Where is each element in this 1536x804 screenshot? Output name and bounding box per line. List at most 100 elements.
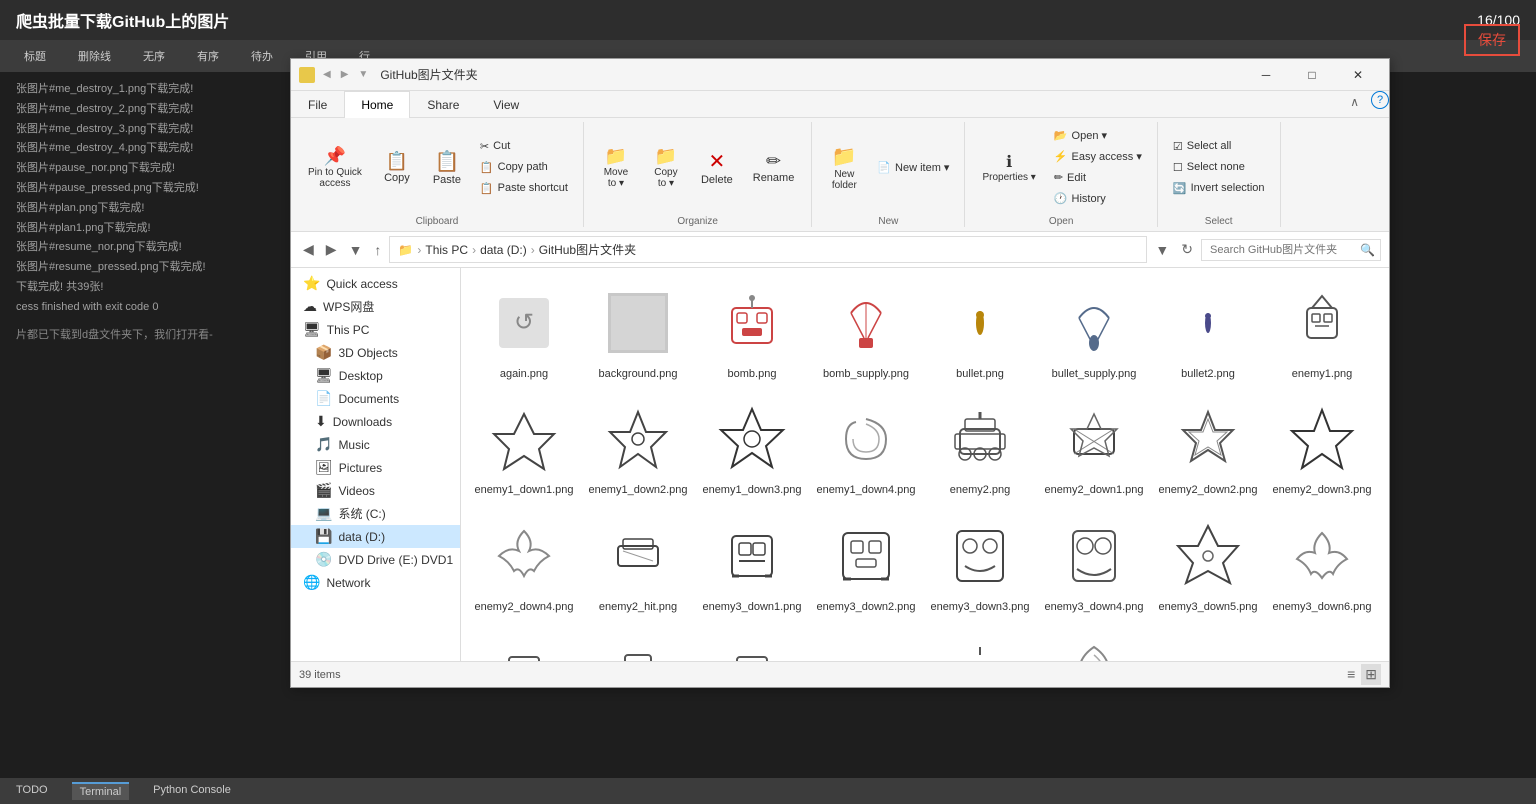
file-item-partial6[interactable]: me_destroy5.png: [1039, 625, 1149, 661]
bg-todo-terminal[interactable]: Terminal: [72, 782, 130, 800]
close-button[interactable]: ✕: [1335, 59, 1381, 91]
sidebar-item-quickaccess[interactable]: ⭐ Quick access: [291, 272, 460, 295]
ribbon-collapse-button[interactable]: ∧: [1342, 91, 1367, 117]
toolbar-todo[interactable]: 待办: [243, 44, 281, 68]
file-item-enemy3-down5[interactable]: enemy3_down5.png: [1153, 509, 1263, 621]
file-item-enemy1-down1[interactable]: enemy1_down1.png: [469, 392, 579, 504]
file-item-partial2[interactable]: me_destroy1.png: [583, 625, 693, 661]
select-none-button[interactable]: ☐ Select none: [1166, 158, 1272, 177]
file-item-enemy2-down3[interactable]: enemy2_down3.png: [1267, 392, 1377, 504]
file-item-enemy2-hit[interactable]: enemy2_hit.png: [583, 509, 693, 621]
delete-button[interactable]: ✕ Delete: [692, 137, 742, 197]
bg-todo-python[interactable]: Python Console: [145, 782, 239, 800]
cut-button[interactable]: ✂ Cut: [473, 137, 575, 156]
path-thispc[interactable]: This PC: [425, 243, 468, 257]
tab-share[interactable]: Share: [410, 91, 476, 118]
edit-button[interactable]: ✏ Edit: [1047, 168, 1149, 187]
file-item-partial3[interactable]: me_destroy2.png: [697, 625, 807, 661]
file-item-enemy2[interactable]: enemy2.png: [925, 392, 1035, 504]
sidebar-item-desktop[interactable]: 🖥 Desktop: [291, 364, 460, 387]
grid-view-button[interactable]: ⊞: [1361, 664, 1381, 685]
toolbar-unordered[interactable]: 无序: [135, 44, 173, 68]
search-input[interactable]: [1201, 239, 1381, 261]
sidebar-item-pictures[interactable]: 🖼 Pictures: [291, 456, 460, 479]
toolbar-strikethrough[interactable]: 删除线: [70, 44, 119, 68]
path-datad[interactable]: data (D:): [480, 243, 527, 257]
toolbar-heading[interactable]: 标题: [16, 44, 54, 68]
sidebar-item-downloads[interactable]: ⬇ Downloads: [291, 410, 460, 433]
refresh-button[interactable]: ↻: [1177, 239, 1197, 260]
bg-todo-todo[interactable]: TODO: [8, 782, 56, 800]
file-item-partial1[interactable]: me_destroy.png: [469, 625, 579, 661]
file-item-background[interactable]: background.png: [583, 276, 693, 388]
maximize-button[interactable]: □: [1289, 59, 1335, 91]
sidebar-item-music[interactable]: 🎵 Music: [291, 433, 460, 456]
pin-to-quick-button[interactable]: 📌 Pin to Quickaccess: [299, 137, 371, 197]
easy-access-button[interactable]: ⚡ Easy access ▾: [1047, 147, 1149, 166]
paste-shortcut-button[interactable]: 📋 Paste shortcut: [473, 179, 575, 198]
properties-button[interactable]: ℹ Properties ▾: [973, 137, 1044, 197]
list-view-button[interactable]: ≡: [1343, 664, 1359, 685]
dropdown-button[interactable]: ▼: [1151, 240, 1173, 260]
file-item-bullet[interactable]: bullet.png: [925, 276, 1035, 388]
file-item-enemy3-down3[interactable]: enemy3_down3.png: [925, 509, 1035, 621]
back-button[interactable]: ◀: [299, 239, 318, 260]
recent-button[interactable]: ▼: [345, 240, 367, 260]
copy-button[interactable]: 📋 Copy: [373, 137, 421, 197]
title-bar-left: ◀ ▶ ▼ GitHub图片文件夹: [299, 66, 1243, 83]
sidebar-item-videos[interactable]: 🎬 Videos: [291, 479, 460, 502]
select-all-button[interactable]: ☑ Select all: [1166, 137, 1272, 156]
sidebar-item-systemc[interactable]: 💻 系统 (C:): [291, 502, 460, 525]
sidebar-item-documents[interactable]: 📄 Documents: [291, 387, 460, 410]
open-button[interactable]: 📂 Open ▾: [1047, 126, 1149, 145]
file-item-enemy1-down4[interactable]: enemy1_down4.png: [811, 392, 921, 504]
sidebar-item-network[interactable]: 🌐 Network: [291, 571, 460, 594]
file-item-bomb[interactable]: bomb.png: [697, 276, 807, 388]
tab-file[interactable]: File: [291, 91, 344, 118]
tab-home[interactable]: Home: [344, 91, 410, 118]
file-item-again[interactable]: ↺ again.png: [469, 276, 579, 388]
invert-selection-button[interactable]: 🔄 Invert selection: [1166, 179, 1272, 198]
sidebar-item-datad[interactable]: 💾 data (D:): [291, 525, 460, 548]
path-folder-icon: 📁: [398, 243, 413, 257]
move-to-button[interactable]: 📁 Moveto ▾: [592, 137, 640, 197]
organize-label: Organize: [592, 212, 803, 227]
address-path[interactable]: 📁 › This PC › data (D:) › GitHub图片文件夹: [389, 236, 1147, 263]
tab-view[interactable]: View: [476, 91, 536, 118]
file-item-enemy2-down4[interactable]: enemy2_down4.png: [469, 509, 579, 621]
file-item-partial4[interactable]: me_destroy3.png: [811, 625, 921, 661]
file-item-enemy3-down4[interactable]: enemy3_down4.png: [1039, 509, 1149, 621]
bg-save-button[interactable]: 保存: [1464, 24, 1520, 56]
rename-button[interactable]: ✏ Rename: [744, 137, 804, 197]
help-button[interactable]: ?: [1371, 91, 1389, 109]
history-button[interactable]: 🕐 History: [1047, 189, 1149, 208]
copy-to-button[interactable]: 📁 Copyto ▾: [642, 137, 690, 197]
file-item-enemy3-down2[interactable]: enemy3_down2.png: [811, 509, 921, 621]
new-folder-button[interactable]: 📁 Newfolder: [820, 137, 868, 197]
file-item-bomb-supply[interactable]: bomb_supply.png: [811, 276, 921, 388]
path-folder[interactable]: GitHub图片文件夹: [539, 241, 636, 258]
file-item-partial5[interactable]: me_destroy4.png: [925, 625, 1035, 661]
copy-path-button[interactable]: 📋 Copy path: [473, 158, 575, 177]
file-icon-partial1: [489, 637, 559, 661]
file-item-enemy3-down1[interactable]: enemy3_down1.png: [697, 509, 807, 621]
paste-button[interactable]: 📋 Paste: [423, 137, 471, 197]
file-item-bullet2[interactable]: bullet2.png: [1153, 276, 1263, 388]
sidebar-item-3dobjects[interactable]: 📦 3D Objects: [291, 341, 460, 364]
minimize-button[interactable]: ─: [1243, 59, 1289, 91]
sidebar-item-wps[interactable]: ☁ WPS网盘: [291, 295, 460, 318]
file-item-enemy1[interactable]: enemy1.png: [1267, 276, 1377, 388]
file-item-enemy1-down2[interactable]: enemy1_down2.png: [583, 392, 693, 504]
file-item-enemy3-down6[interactable]: enemy3_down6.png: [1267, 509, 1377, 621]
file-item-enemy2-down1[interactable]: enemy2_down1.png: [1039, 392, 1149, 504]
forward-button[interactable]: ▶: [322, 239, 341, 260]
file-item-bullet-supply[interactable]: bullet_supply.png: [1039, 276, 1149, 388]
sidebar-item-thispc[interactable]: 🖥 This PC: [291, 318, 460, 341]
file-item-enemy1-down3[interactable]: enemy1_down3.png: [697, 392, 807, 504]
sidebar-item-dvd[interactable]: 💿 DVD Drive (E:) DVD1: [291, 548, 460, 571]
new-item-button[interactable]: 📄 New item ▾: [870, 158, 956, 177]
up-button[interactable]: ↑: [370, 240, 385, 260]
file-item-enemy2-down2[interactable]: enemy2_down2.png: [1153, 392, 1263, 504]
toolbar-ordered[interactable]: 有序: [189, 44, 227, 68]
sidebar-label-pictures: Pictures: [339, 461, 382, 475]
